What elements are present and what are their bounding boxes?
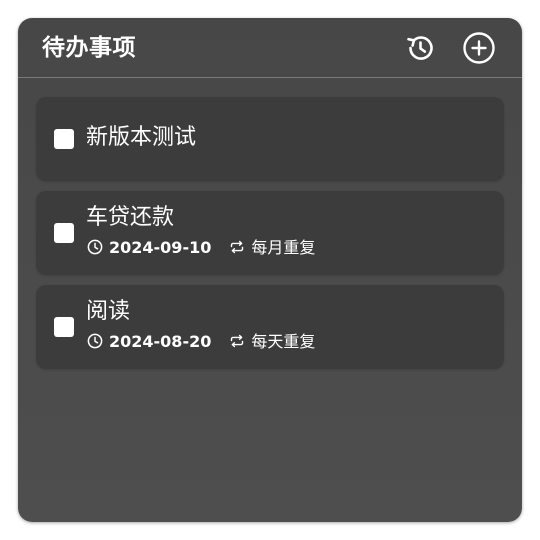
task-list: 新版本测试 车贷还款 2024-09-10 每月重复 阅读 2024-08-20…: [36, 97, 504, 379]
widget-header: 待办事项: [18, 18, 522, 78]
task-checkbox[interactable]: [54, 317, 74, 337]
task-item[interactable]: 车贷还款 2024-09-10 每月重复: [36, 191, 504, 275]
task-title: 新版本测试: [86, 125, 197, 150]
task-title: 阅读: [86, 299, 131, 324]
clock-icon: [87, 239, 103, 255]
task-due-date: 2024-08-20: [109, 332, 212, 351]
widget-title: 待办事项: [42, 35, 136, 61]
task-meta: 2024-09-10 每月重复: [87, 237, 315, 259]
task-repeat: 每月重复: [251, 238, 316, 257]
task-meta: 2024-08-20 每天重复: [87, 331, 315, 353]
history-icon: [403, 31, 437, 65]
repeat-icon: [229, 333, 245, 349]
task-item[interactable]: 阅读 2024-08-20 每天重复: [36, 285, 504, 369]
add-circle-icon: [462, 31, 496, 65]
add-task-button[interactable]: [462, 31, 496, 65]
clock-icon: [87, 333, 103, 349]
task-checkbox[interactable]: [54, 129, 74, 149]
task-checkbox[interactable]: [54, 223, 74, 243]
task-title: 车贷还款: [86, 205, 175, 230]
history-button[interactable]: [403, 31, 437, 65]
repeat-icon: [229, 239, 245, 255]
todo-widget: 待办事项 新版本测试 车贷还款 2024-09-10 每月重复 阅读 2024-…: [18, 18, 522, 522]
task-repeat: 每天重复: [251, 332, 316, 351]
task-item[interactable]: 新版本测试: [36, 97, 504, 181]
task-due-date: 2024-09-10: [109, 238, 212, 257]
